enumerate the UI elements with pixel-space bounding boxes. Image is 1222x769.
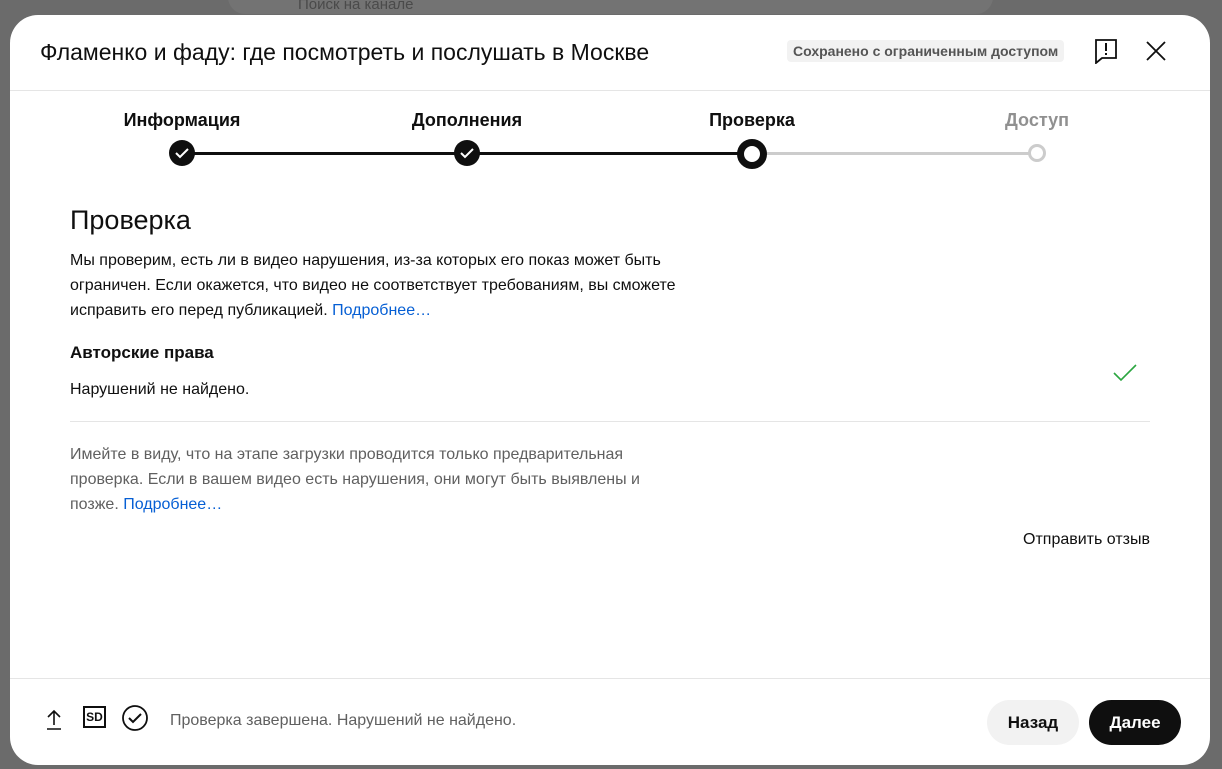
precheck-note: Имейте в виду, что на этапе загрузки про…: [70, 442, 690, 517]
check-icon: [454, 140, 480, 166]
back-button[interactable]: Назад: [987, 700, 1079, 745]
step-checks[interactable]: Проверка: [672, 110, 832, 131]
step-access[interactable]: Доступ: [957, 110, 1117, 131]
close-icon[interactable]: [1143, 38, 1169, 64]
copyright-title: Авторские права: [70, 343, 214, 362]
upload-dialog: Фламенко и фаду: где посмотреть и послуш…: [10, 15, 1210, 765]
progress-line-remaining: [752, 152, 1037, 155]
upload-status-text: Проверка завершена. Нарушений не найдено…: [170, 712, 517, 729]
sd-quality-icon: SD: [83, 706, 106, 728]
current-step-dot: [737, 139, 767, 169]
search-placeholder: Поиск на канале: [298, 0, 414, 13]
dialog-footer: SD Проверка завершена. Нарушений не найд…: [10, 678, 1210, 765]
dialog-header: Фламенко и фаду: где посмотреть и послуш…: [10, 15, 1210, 91]
checks-content: Проверка Мы проверим, есть ли в видео на…: [70, 205, 1150, 548]
copyright-section: Авторские права Нарушений не найдено.: [70, 343, 1150, 422]
note-learn-more-link[interactable]: Подробнее…: [123, 496, 222, 513]
step-extras[interactable]: Дополнения: [387, 110, 547, 131]
upload-icon: [44, 707, 64, 736]
send-feedback-link[interactable]: Отправить отзыв: [1023, 531, 1150, 549]
background-search-bar: Поиск на канале: [228, 0, 993, 14]
success-check-icon: [1112, 363, 1138, 388]
next-button[interactable]: Далее: [1089, 700, 1181, 745]
dialog-title: Фламенко и фаду: где посмотреть и послуш…: [40, 39, 650, 65]
step-info[interactable]: Информация: [102, 110, 262, 131]
upcoming-step-dot: [1028, 144, 1046, 162]
check-icon: [169, 140, 195, 166]
check-circle-icon: [121, 704, 149, 737]
copyright-result: Нарушений не найдено.: [70, 381, 250, 398]
save-status-badge: Сохранено с ограниченным доступом: [787, 40, 1065, 62]
section-heading: Проверка: [70, 205, 191, 235]
checks-description: Мы проверим, есть ли в видео нарушения, …: [70, 248, 710, 323]
report-feedback-icon[interactable]: [1093, 38, 1119, 64]
learn-more-link[interactable]: Подробнее…: [332, 302, 431, 319]
